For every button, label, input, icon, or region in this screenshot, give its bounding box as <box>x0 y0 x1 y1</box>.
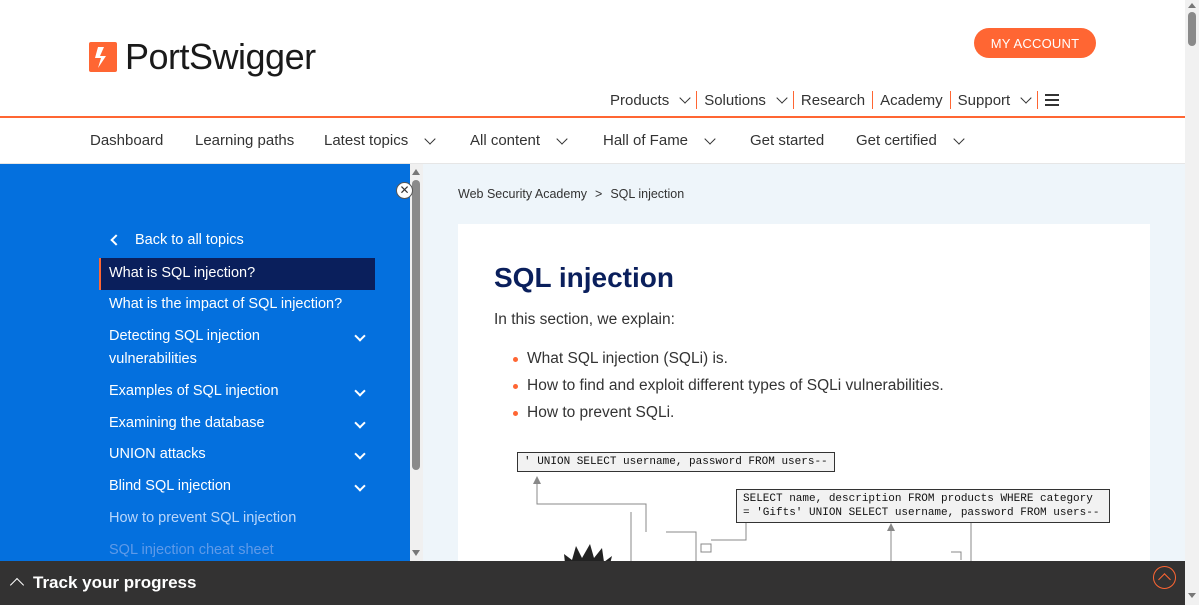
top-nav-research[interactable]: Research <box>794 90 872 110</box>
topic-sidebar: Back to all topics What is SQL injection… <box>0 164 410 561</box>
subnav-label: Latest topics <box>324 132 409 149</box>
top-nav-support[interactable]: Support <box>951 90 1038 110</box>
page-scrollbar[interactable] <box>1185 0 1199 605</box>
chevron-down-icon <box>556 132 568 145</box>
chevron-down-icon <box>776 92 788 104</box>
sqli-diagram: ' UNION SELECT username, password FROM u… <box>506 452 1126 561</box>
nav-separator <box>1037 91 1039 109</box>
breadcrumb: Web Security Academy > SQL injection <box>458 187 684 201</box>
logo-mark-icon <box>89 42 117 72</box>
scroll-thumb[interactable] <box>412 180 420 470</box>
subnav-label: Dashboard <box>90 132 164 149</box>
back-to-topics-link[interactable]: Back to all topics <box>110 232 244 248</box>
top-nav-label: Solutions <box>704 91 766 109</box>
list-item: What SQL injection (SQLi) is. <box>511 348 944 375</box>
sidebar-item-label: What is the impact of SQL injection? <box>109 296 343 312</box>
sidebar-item-examples[interactable]: Examples of SQL injection <box>109 380 375 403</box>
sidebar-item-label: SQL injection cheat sheet <box>109 542 274 558</box>
top-nav-products[interactable]: Products <box>603 90 696 110</box>
chevron-down-icon[interactable] <box>354 448 366 460</box>
query-line: = 'Gifts' UNION SELECT username, passwor… <box>743 507 1100 519</box>
close-icon[interactable]: ✕ <box>396 182 413 199</box>
academy-nav: Dashboard Learning paths Latest topics A… <box>0 120 1185 164</box>
summary-list: What SQL injection (SQLi) is. How to fin… <box>511 348 944 429</box>
sidebar-item-label: Detecting SQL injection vulnerabilities <box>109 328 260 367</box>
sidebar-item-impact[interactable]: What is the impact of SQL injection? <box>109 293 375 316</box>
list-item: How to prevent SQLi. <box>511 402 944 429</box>
subnav-learning-paths[interactable]: Learning paths <box>195 132 294 149</box>
intro-text: In this section, we explain: <box>494 311 675 328</box>
scroll-up-arrow-icon[interactable] <box>1188 3 1196 8</box>
subnav-latest-topics[interactable]: Latest topics <box>324 132 436 149</box>
chevron-down-icon <box>679 92 691 104</box>
payload-box: ' UNION SELECT username, password FROM u… <box>517 452 835 472</box>
top-nav-label: Research <box>800 91 866 109</box>
list-item: How to find and exploit different types … <box>511 375 944 402</box>
chevron-left-icon <box>110 234 122 246</box>
subnav-dashboard[interactable]: Dashboard <box>90 132 163 149</box>
chevron-down-icon <box>424 132 436 145</box>
subnav-get-certified[interactable]: Get certified <box>856 132 965 149</box>
chevron-down-icon[interactable] <box>354 480 366 492</box>
sidebar-item-prevent[interactable]: How to prevent SQL injection <box>109 507 375 530</box>
sidebar-item-examining-db[interactable]: Examining the database <box>109 412 375 435</box>
chevron-down-icon <box>953 132 965 145</box>
query-box: SELECT name, description FROM products W… <box>736 489 1110 523</box>
chevron-up-icon <box>9 577 25 593</box>
chevron-down-icon <box>704 132 716 145</box>
query-line: SELECT name, description FROM products W… <box>743 493 1093 505</box>
logo-text: PortSwigger <box>125 36 316 77</box>
subnav-label: All content <box>470 132 541 149</box>
top-nav-academy[interactable]: Academy <box>873 90 950 110</box>
subnav-all-content[interactable]: All content <box>470 132 568 149</box>
article: SQL injection In this section, we explai… <box>458 224 1150 561</box>
top-nav-label: Academy <box>880 91 943 109</box>
breadcrumb-separator: > <box>595 187 603 201</box>
scroll-up-arrow-icon[interactable] <box>412 169 420 175</box>
sidebar-item-label: Examples of SQL injection <box>109 383 279 399</box>
sidebar-item-detecting[interactable]: Detecting SQL injection vulnerabilities <box>109 325 366 371</box>
sidebar-item-cheat-sheet[interactable]: SQL injection cheat sheet <box>109 539 375 561</box>
sidebar-item-what-is-sqli[interactable]: What is SQL injection? <box>99 258 375 290</box>
top-nav: Products Solutions Research Academy Supp… <box>603 90 1060 110</box>
sidebar-scrollbar[interactable] <box>410 164 423 561</box>
chevron-down-icon[interactable] <box>354 385 366 397</box>
subnav-label: Get started <box>750 132 825 149</box>
sidebar-item-label: UNION attacks <box>109 446 206 462</box>
sidebar-item-label: What is SQL injection? <box>109 265 256 281</box>
scroll-down-arrow-icon[interactable] <box>412 550 420 556</box>
back-link-label: Back to all topics <box>135 232 244 248</box>
my-account-button[interactable]: MY ACCOUNT <box>974 28 1096 58</box>
chevron-down-icon[interactable] <box>354 417 366 429</box>
sidebar-item-blind-sqli[interactable]: Blind SQL injection <box>109 475 375 498</box>
breadcrumb-academy[interactable]: Web Security Academy <box>458 187 587 201</box>
subnav-label: Learning paths <box>195 132 295 149</box>
scroll-to-top-icon[interactable] <box>1153 566 1176 589</box>
subnav-get-started[interactable]: Get started <box>750 132 824 149</box>
chevron-down-icon <box>1020 92 1032 104</box>
subnav-label: Get certified <box>856 132 937 149</box>
chevron-down-icon[interactable] <box>354 330 366 342</box>
breadcrumb-sql-injection[interactable]: SQL injection <box>610 187 684 201</box>
top-nav-label: Support <box>957 91 1011 109</box>
payload-text: ' UNION SELECT username, password FROM u… <box>524 456 828 468</box>
sidebar-item-label: How to prevent SQL injection <box>109 510 297 526</box>
scroll-thumb[interactable] <box>1188 12 1196 46</box>
hamburger-icon[interactable] <box>1045 94 1060 106</box>
track-progress-bar[interactable]: Track your progress <box>0 561 1185 605</box>
hacker-silhouette-icon <box>564 544 612 561</box>
site-header: PortSwigger MY ACCOUNT Products Solution… <box>0 0 1185 118</box>
top-nav-label: Products <box>610 91 670 109</box>
sidebar-item-union-attacks[interactable]: UNION attacks <box>109 443 375 466</box>
scroll-down-arrow-icon[interactable] <box>1188 593 1196 598</box>
main-content: Web Security Academy > SQL injection SQL i… <box>423 164 1185 561</box>
subnav-label: Hall of Fame <box>603 132 689 149</box>
sidebar-item-label: Examining the database <box>109 415 265 431</box>
progress-label: Track your progress <box>33 573 197 592</box>
top-nav-solutions[interactable]: Solutions <box>697 90 793 110</box>
portswigger-logo[interactable]: PortSwigger <box>89 36 316 78</box>
page-title: SQL injection <box>494 262 674 293</box>
sidebar-item-label: Blind SQL injection <box>109 478 231 494</box>
subnav-hall-of-fame[interactable]: Hall of Fame <box>603 132 716 149</box>
